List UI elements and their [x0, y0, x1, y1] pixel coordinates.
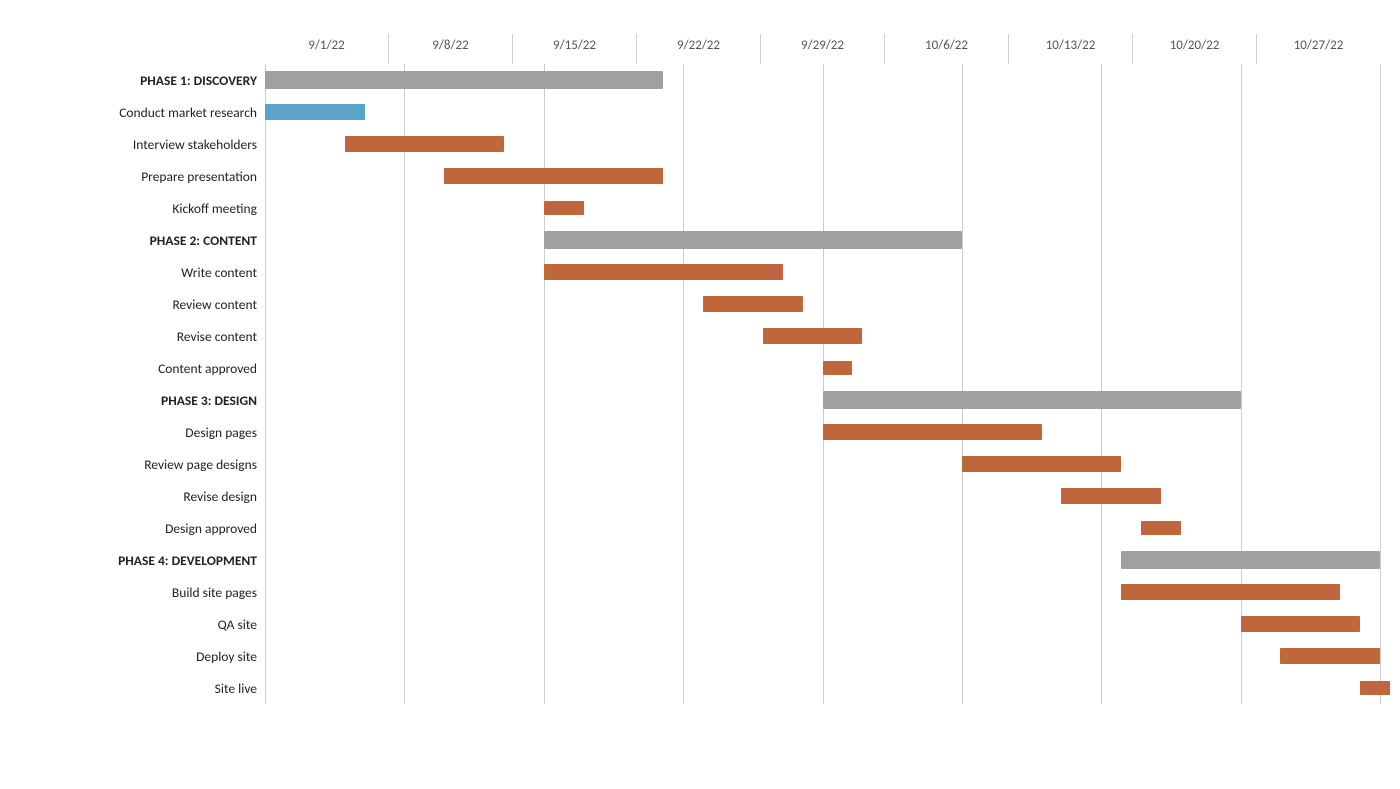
row-label: PHASE 3: DESIGN — [10, 384, 265, 416]
date-label: 9/22/22 — [636, 34, 760, 64]
gantt-bar — [823, 424, 1042, 440]
grid-line — [1380, 64, 1381, 704]
row-label: Deploy site — [10, 640, 265, 672]
chart-container: PHASE 1: DISCOVERYConduct market researc… — [0, 0, 1400, 789]
gantt-bar — [962, 456, 1121, 472]
bar-row — [265, 192, 1380, 224]
date-header: 9/1/229/8/229/15/229/22/229/29/2210/6/22… — [265, 34, 1380, 64]
row-label: Prepare presentation — [10, 160, 265, 192]
bars-area — [265, 64, 1380, 704]
row-label: Revise content — [10, 320, 265, 352]
row-label: Content approved — [10, 352, 265, 384]
bar-row — [265, 128, 1380, 160]
gantt-bar — [544, 231, 962, 249]
bar-row — [265, 576, 1380, 608]
date-label: 10/27/22 — [1256, 34, 1380, 64]
row-label: PHASE 1: DISCOVERY — [10, 64, 265, 96]
bar-row — [265, 480, 1380, 512]
gantt-bar — [265, 71, 663, 89]
bar-row — [265, 160, 1380, 192]
bar-row — [265, 512, 1380, 544]
bar-row — [265, 64, 1380, 96]
gantt-bar — [1121, 551, 1380, 569]
row-label: Design approved — [10, 512, 265, 544]
gantt-bar — [1141, 521, 1181, 535]
bar-row — [265, 416, 1380, 448]
gantt-wrapper: PHASE 1: DISCOVERYConduct market researc… — [10, 34, 1380, 704]
row-label: Revise design — [10, 480, 265, 512]
date-label: 9/15/22 — [512, 34, 636, 64]
gantt-bar — [544, 264, 783, 280]
row-label: Site live — [10, 672, 265, 704]
chart-area: 9/1/229/8/229/15/229/22/229/29/2210/6/22… — [265, 34, 1380, 704]
bar-row — [265, 320, 1380, 352]
row-label: Review page designs — [10, 448, 265, 480]
gantt-bar — [1360, 681, 1390, 695]
bar-row — [265, 608, 1380, 640]
bar-row — [265, 640, 1380, 672]
row-label: Kickoff meeting — [10, 192, 265, 224]
gantt-bar — [703, 296, 803, 312]
bar-row — [265, 288, 1380, 320]
gantt-bar — [763, 328, 863, 344]
gantt-bar — [444, 168, 663, 184]
gantt-bar — [1061, 488, 1161, 504]
gantt-bar — [1241, 616, 1360, 632]
bar-row — [265, 672, 1380, 704]
date-label: 9/1/22 — [265, 34, 388, 64]
gantt-bar — [265, 104, 365, 120]
gantt-bar — [1121, 584, 1340, 600]
row-label: Write content — [10, 256, 265, 288]
row-label: Conduct market research — [10, 96, 265, 128]
gantt-bar — [345, 136, 504, 152]
bar-row — [265, 224, 1380, 256]
gantt-bar — [823, 391, 1241, 409]
date-label: 10/13/22 — [1008, 34, 1132, 64]
labels-column: PHASE 1: DISCOVERYConduct market researc… — [10, 34, 265, 704]
bar-row — [265, 352, 1380, 384]
row-label: QA site — [10, 608, 265, 640]
row-label: Build site pages — [10, 576, 265, 608]
row-label: PHASE 4: DEVELOPMENT — [10, 544, 265, 576]
bar-row — [265, 256, 1380, 288]
gantt-bar — [1280, 648, 1380, 664]
bar-row — [265, 448, 1380, 480]
bar-row — [265, 384, 1380, 416]
row-label: PHASE 2: CONTENT — [10, 224, 265, 256]
date-label: 10/6/22 — [884, 34, 1008, 64]
date-label: 9/29/22 — [760, 34, 884, 64]
row-label: Design pages — [10, 416, 265, 448]
date-label: 10/20/22 — [1132, 34, 1256, 64]
date-label: 9/8/22 — [388, 34, 512, 64]
row-label: Interview stakeholders — [10, 128, 265, 160]
bar-row — [265, 96, 1380, 128]
gantt-bar — [544, 201, 584, 215]
row-label: Review content — [10, 288, 265, 320]
gantt-bar — [823, 361, 853, 375]
bar-row — [265, 544, 1380, 576]
